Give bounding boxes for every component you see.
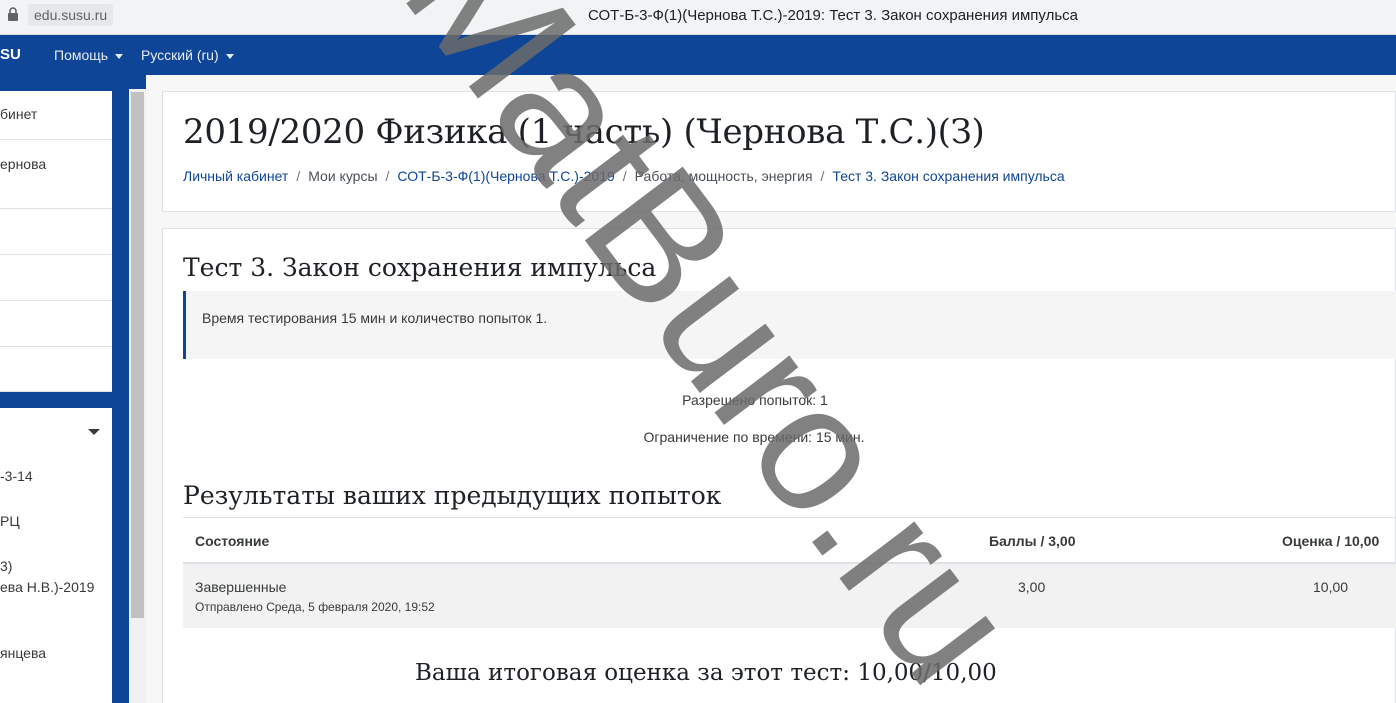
column-header-status: Состояние — [195, 533, 270, 549]
attempts-table: Состояние Баллы / 3,00 Оценка / 10,00 За… — [183, 517, 1396, 628]
quiz-title: Тест 3. Закон сохранения импульса — [183, 253, 657, 282]
breadcrumb-separator: / — [622, 168, 627, 184]
chevron-down-icon — [115, 53, 124, 59]
breadcrumb-separator: / — [296, 168, 301, 184]
attempt-submitted: Отправлено Среда, 5 февраля 2020, 19:52 — [195, 600, 435, 614]
breadcrumb-course[interactable]: СОТ-Б-3-Ф(1)(Чернова Т.С.)-2019 — [397, 168, 614, 184]
drawer-course-item[interactable]: янцева — [0, 645, 46, 661]
browser-toolbar: edu.susu.ru СОТ-Б-3-Ф(1)(Чернова Т.С.)-2… — [0, 0, 1396, 35]
drawer-scrollbar-thumb[interactable] — [131, 92, 144, 618]
time-limit: Ограничение по времени: 15 мин. — [643, 429, 865, 445]
column-header-marks: Баллы / 3,00 — [989, 533, 1076, 549]
page-title: 2019/2020 Физика (1 часть) (Чернова Т.С.… — [183, 112, 985, 152]
drawer-item[interactable] — [0, 255, 112, 301]
breadcrumb-dashboard[interactable]: Личный кабинет — [183, 168, 288, 184]
breadcrumb-my-courses[interactable]: Мои курсы — [308, 168, 377, 184]
drawer-item-label: ернова — [0, 156, 47, 172]
help-menu-label: Помощь — [54, 47, 109, 63]
drawer-item[interactable] — [0, 301, 112, 347]
caret-down-icon[interactable] — [88, 429, 100, 435]
breadcrumb-section[interactable]: Работа, мощность, энергия — [635, 168, 813, 184]
attempts-allowed: Разрешено попыток: 1 — [682, 392, 828, 408]
drawer-nav-block: бинет ернова — [0, 91, 112, 392]
table-header-row: Состояние Баллы / 3,00 Оценка / 10,00 — [183, 517, 1396, 564]
attempt-marks: 3,00 — [1018, 579, 1046, 595]
table-row: Завершенные Отправлено Среда, 5 февраля … — [183, 564, 1396, 628]
language-menu-label: Русский (ru) — [141, 47, 219, 63]
language-menu[interactable]: Русский (ru) — [141, 35, 234, 75]
breadcrumb-quiz[interactable]: Тест 3. Закон сохранения импульса — [832, 168, 1064, 184]
help-menu[interactable]: Помощь — [54, 35, 124, 75]
drawer-item-label: бинет — [0, 106, 38, 122]
quiz-intro-text: Время тестирования 15 мин и количество п… — [202, 310, 548, 326]
drawer-course-item[interactable]: РЦ — [0, 513, 20, 529]
drawer-item[interactable] — [0, 347, 112, 391]
drawer-item-dashboard[interactable]: бинет — [0, 91, 112, 140]
window-title: СОТ-Б-3-Ф(1)(Чернова Т.С.)-2019: Тест 3.… — [587, 7, 1079, 24]
quiz-intro-box: Время тестирования 15 мин и количество п… — [183, 291, 1396, 359]
attempt-grade: 10,00 — [1313, 579, 1349, 595]
drawer-course-item[interactable]: -3-14 — [0, 468, 33, 484]
breadcrumb: Личный кабинет / Мои курсы / СОТ-Б-3-Ф(1)(Че… — [183, 168, 1065, 184]
site-brand[interactable]: SU — [0, 35, 21, 75]
final-grade: Ваша итоговая оценка за этот тест: 10,00… — [415, 660, 997, 686]
drawer-course-item[interactable]: ева Н.В.)-2019 — [0, 579, 94, 595]
column-header-grade: Оценка / 10,00 — [1282, 533, 1380, 549]
chevron-down-icon — [225, 53, 234, 59]
top-navbar: SU Помощь Русский (ru) — [0, 35, 1396, 75]
results-title: Результаты ваших предыдущих попыток — [183, 481, 722, 510]
attempt-status: Завершенные — [195, 579, 287, 595]
drawer-item[interactable] — [0, 209, 112, 255]
drawer-course-item[interactable]: 3) — [0, 558, 12, 574]
drawer-item-course[interactable]: ернова — [0, 140, 112, 209]
breadcrumb-separator: / — [385, 168, 390, 184]
breadcrumb-separator: / — [820, 168, 825, 184]
